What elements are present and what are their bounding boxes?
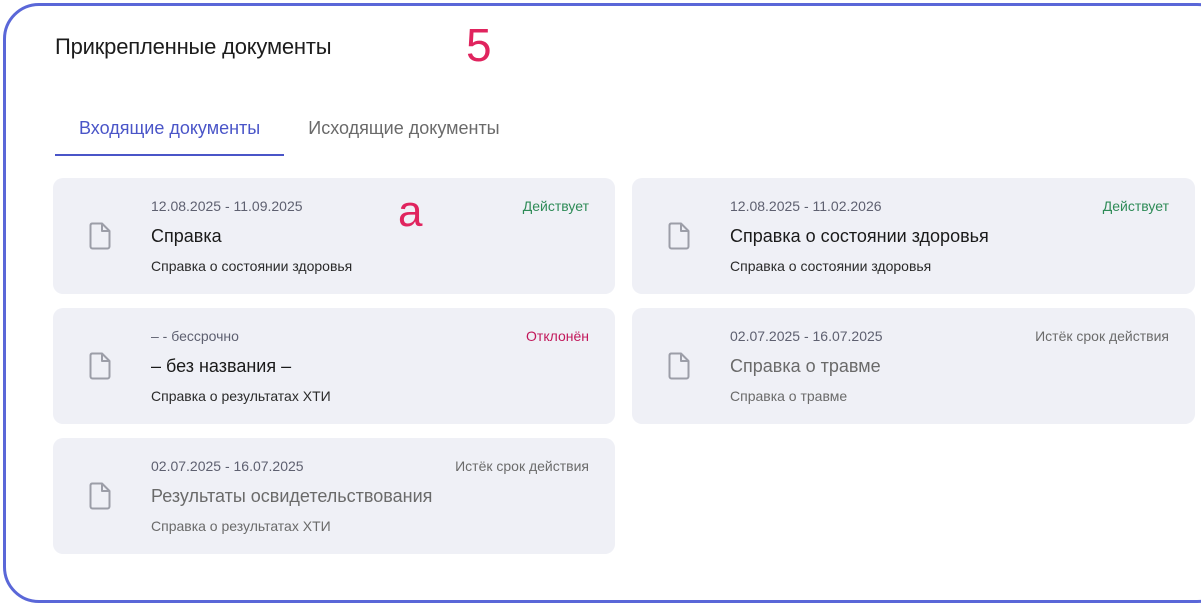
document-name: Справка о состоянии здоровья: [730, 226, 989, 246]
document-status: Действует: [522, 198, 589, 214]
tab-incoming-documents[interactable]: Входящие документы: [55, 110, 285, 156]
page-title: Прикрепленные документы: [55, 34, 332, 59]
document-icon: [668, 352, 690, 380]
tab-outgoing-documents[interactable]: Исходящие документы: [284, 110, 523, 156]
document-dates: 12.08.2025 - 11.09.2025: [151, 198, 303, 214]
document-card[interactable]: 02.07.2025 - 16.07.2025 Истёк срок дейст…: [53, 438, 615, 554]
document-type: Справка о травме: [730, 388, 848, 404]
document-name: Справка: [151, 226, 222, 246]
document-dates: – - бессрочно: [151, 328, 239, 344]
document-icon: [89, 222, 111, 250]
document-card[interactable]: 02.07.2025 - 16.07.2025 Истёк срок дейст…: [632, 308, 1195, 424]
document-icon: [89, 482, 111, 510]
document-status: Действует: [1102, 198, 1169, 214]
document-type: Справка о состоянии здоровья: [730, 258, 932, 274]
tabs-bar: Входящие документы Исходящие документы: [55, 110, 524, 156]
document-status: Отклонён: [526, 328, 589, 344]
document-name: – без названия –: [151, 356, 292, 376]
document-dates: 02.07.2025 - 16.07.2025: [151, 458, 304, 474]
document-status: Истёк срок действия: [1035, 328, 1169, 344]
document-status: Истёк срок действия: [455, 458, 589, 474]
document-name: Справка о травме: [730, 356, 881, 376]
document-icon: [89, 352, 111, 380]
document-dates: 12.08.2025 - 11.02.2026: [730, 198, 882, 214]
document-card[interactable]: 12.08.2025 - 11.02.2026 Действует Справк…: [632, 178, 1195, 294]
document-card[interactable]: – - бессрочно Отклонён – без названия – …: [53, 308, 615, 424]
annotation-letter: a: [398, 187, 423, 236]
document-type: Справка о результатах ХТИ: [151, 388, 331, 404]
document-name: Результаты освидетельствования: [151, 486, 433, 506]
document-icon: [668, 222, 690, 250]
title-row: Прикрепленные документы: [55, 34, 332, 60]
annotation-number: 5: [466, 19, 492, 71]
document-dates: 02.07.2025 - 16.07.2025: [730, 328, 883, 344]
document-type: Справка о состоянии здоровья: [151, 258, 353, 274]
document-card[interactable]: 12.08.2025 - 11.09.2025 Действует Справк…: [53, 178, 615, 294]
document-type: Справка о результатах ХТИ: [151, 518, 331, 534]
